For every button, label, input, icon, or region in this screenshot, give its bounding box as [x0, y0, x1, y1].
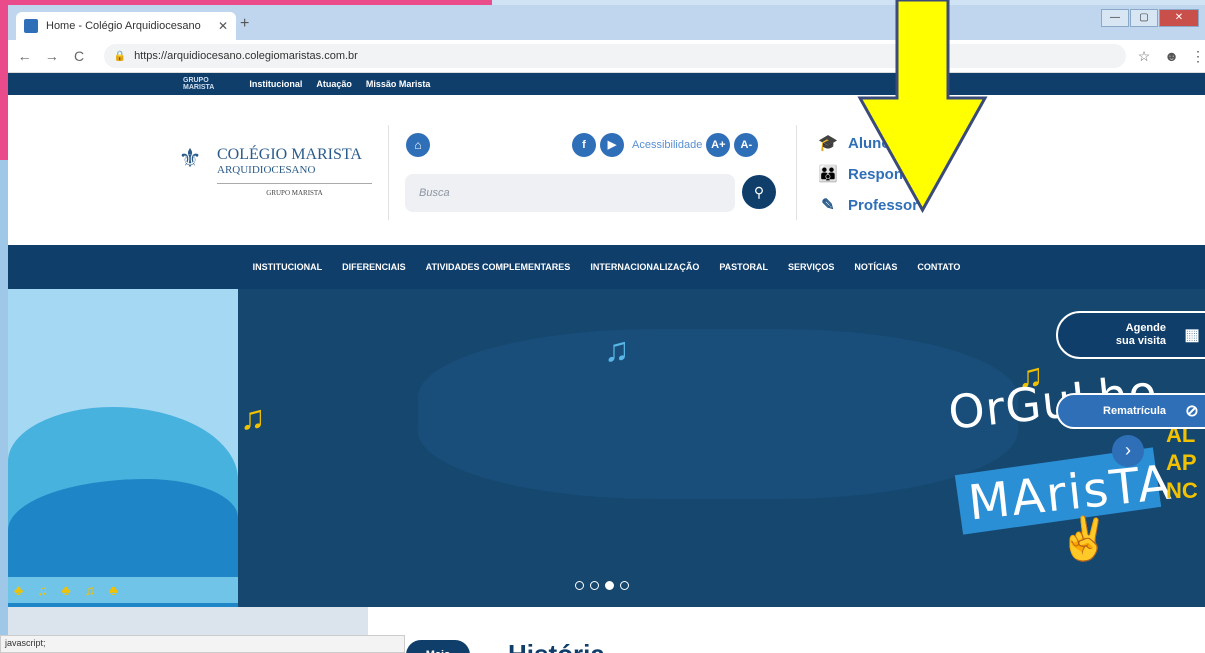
topbar-link-missao[interactable]: Missão Marista [366, 79, 431, 89]
carousel-dot[interactable] [620, 581, 629, 590]
section-title: História [508, 639, 605, 653]
header-divider [796, 125, 797, 220]
carousel-dots [575, 581, 635, 590]
marist-crest-icon: ⚜ [178, 144, 202, 174]
reenrollment-label: Rematrícula [1103, 404, 1166, 417]
teacher-board-icon: ✎ [821, 197, 835, 214]
carousel-dot[interactable] [590, 581, 599, 590]
grupo-logo-line1: GRUPO [183, 77, 209, 84]
graduation-cap-icon: 🎓 [818, 135, 838, 152]
close-window-button[interactable]: ✕ [1159, 9, 1199, 27]
top-utility-bar: GRUPO MARISTA Institucional Atuação Miss… [8, 73, 1205, 95]
facebook-icon[interactable]: f [572, 133, 596, 157]
music-note-icon: ♫ [604, 331, 630, 369]
nav-item-diferenciais[interactable]: DIFERENCIAIS [342, 262, 406, 272]
logo-group-text: GRUPO MARISTA [217, 183, 372, 197]
brush-stroke [418, 329, 1018, 499]
logo-sub-text: ARQUIDIOCESANO [217, 164, 316, 176]
url-text: https://arquidiocesano.colegiomaristas.c… [134, 50, 358, 62]
topbar-link-institucional[interactable]: Institucional [249, 79, 302, 89]
accessibility-label: Acessibilidade [632, 139, 703, 151]
maximize-button[interactable]: ▢ [1130, 9, 1158, 27]
schedule-visit-button[interactable]: Agende sua visita ▦ [1056, 311, 1205, 359]
main-navigation: INSTITUCIONAL DIFERENCIAIS ATIVIDADES CO… [8, 245, 1205, 289]
browser-titlebar: Home - Colégio Arquidiocesano ✕ + — ▢ ✕ [8, 5, 1205, 40]
music-note-icon: ♫ [240, 399, 266, 437]
font-decrease-button[interactable]: A- [734, 133, 759, 157]
schedule-visit-line1: Agende [1125, 322, 1166, 334]
close-tab-icon[interactable]: ✕ [218, 19, 228, 33]
nav-item-pastoral[interactable]: PASTORAL [719, 262, 768, 272]
browser-window: Home - Colégio Arquidiocesano ✕ + — ▢ ✕ … [8, 5, 1205, 653]
schedule-visit-line2: sua visita [1115, 335, 1166, 347]
new-tab-button[interactable]: + [240, 15, 249, 33]
hero-left-panel: ♣ ♫ ♣ ♫ ♣ [8, 289, 238, 607]
arrow-shape [857, 0, 988, 214]
font-increase-button[interactable]: A+ [706, 133, 731, 157]
logo-main-text: COLÉGIO MARISTA [217, 146, 362, 163]
check-circle-icon: ⊘ [1185, 403, 1199, 420]
header-divider [388, 125, 389, 220]
youtube-icon[interactable]: ▶ [600, 133, 624, 157]
next-slide-peek-text: AL AP NC [1166, 421, 1198, 505]
minimize-button[interactable]: — [1101, 9, 1129, 27]
search-input[interactable] [405, 174, 735, 212]
home-button[interactable]: ⌂ [406, 133, 430, 157]
grupo-marista-logo[interactable]: GRUPO MARISTA [183, 77, 214, 91]
yellow-arrow-annotation [857, 0, 988, 214]
peek-line: AP [1166, 450, 1197, 475]
browser-menu-icon[interactable]: ⋮ [1191, 48, 1205, 65]
back-button[interactable]: ← [14, 48, 35, 64]
reload-button[interactable]: C [68, 48, 89, 64]
schedule-visit-label: Agende sua visita [1116, 322, 1166, 348]
more-button[interactable]: Mais [406, 640, 470, 653]
address-bar: ← → C 🔒 https://arquidiocesano.colegioma… [8, 40, 1205, 73]
illustration-strip: ♣ ♫ ♣ ♫ ♣ [8, 577, 238, 603]
browser-tab[interactable]: Home - Colégio Arquidiocesano ✕ [16, 12, 236, 40]
peace-hand-icon: ✌ [1058, 515, 1111, 562]
window-controls: — ▢ ✕ [1101, 9, 1199, 27]
family-icon: 👪 [818, 166, 838, 183]
carousel-dot[interactable] [575, 581, 584, 590]
nav-item-servicos[interactable]: SERVIÇOS [788, 262, 834, 272]
nav-item-contato[interactable]: CONTATO [917, 262, 960, 272]
forward-button[interactable]: → [41, 48, 62, 64]
site-header: ⚜ COLÉGIO MARISTA ARQUIDIOCESANO GRUPO M… [8, 95, 1205, 245]
bookmark-star-icon[interactable]: ☆ [1138, 48, 1151, 65]
grupo-logo-line2: MARISTA [183, 84, 215, 91]
peek-line: NC [1166, 478, 1198, 503]
nav-item-internacionalizacao[interactable]: INTERNACIONALIZAÇÃO [590, 262, 699, 272]
calendar-icon: ▦ [1184, 327, 1200, 344]
topbar-link-atuacao[interactable]: Atuação [316, 79, 352, 89]
carousel-dot-active[interactable] [605, 581, 614, 590]
account-icon[interactable]: ☻ [1164, 48, 1179, 64]
hero-carousel: ♣ ♫ ♣ ♫ ♣ ♫ ♫ ♫ OrGuLho MArisTA ✌ AL AP … [8, 289, 1205, 607]
browser-status-bar: javascript; [0, 635, 405, 653]
carousel-next-button[interactable]: › [1112, 435, 1144, 467]
nav-item-noticias[interactable]: NOTÍCIAS [854, 262, 897, 272]
nav-item-atividades[interactable]: ATIVIDADES COMPLEMENTARES [426, 262, 571, 272]
reenrollment-button[interactable]: Rematrícula ⊘ [1056, 393, 1205, 429]
tab-title: Home - Colégio Arquidiocesano [46, 20, 201, 32]
site-favicon-icon [24, 19, 38, 33]
search-button[interactable]: ⚲ [742, 175, 776, 209]
lock-icon: 🔒 [113, 50, 127, 62]
social-accessibility-bar: f ▶ Acessibilidade A+ A- [572, 133, 762, 157]
nav-item-institucional[interactable]: INSTITUCIONAL [253, 262, 323, 272]
